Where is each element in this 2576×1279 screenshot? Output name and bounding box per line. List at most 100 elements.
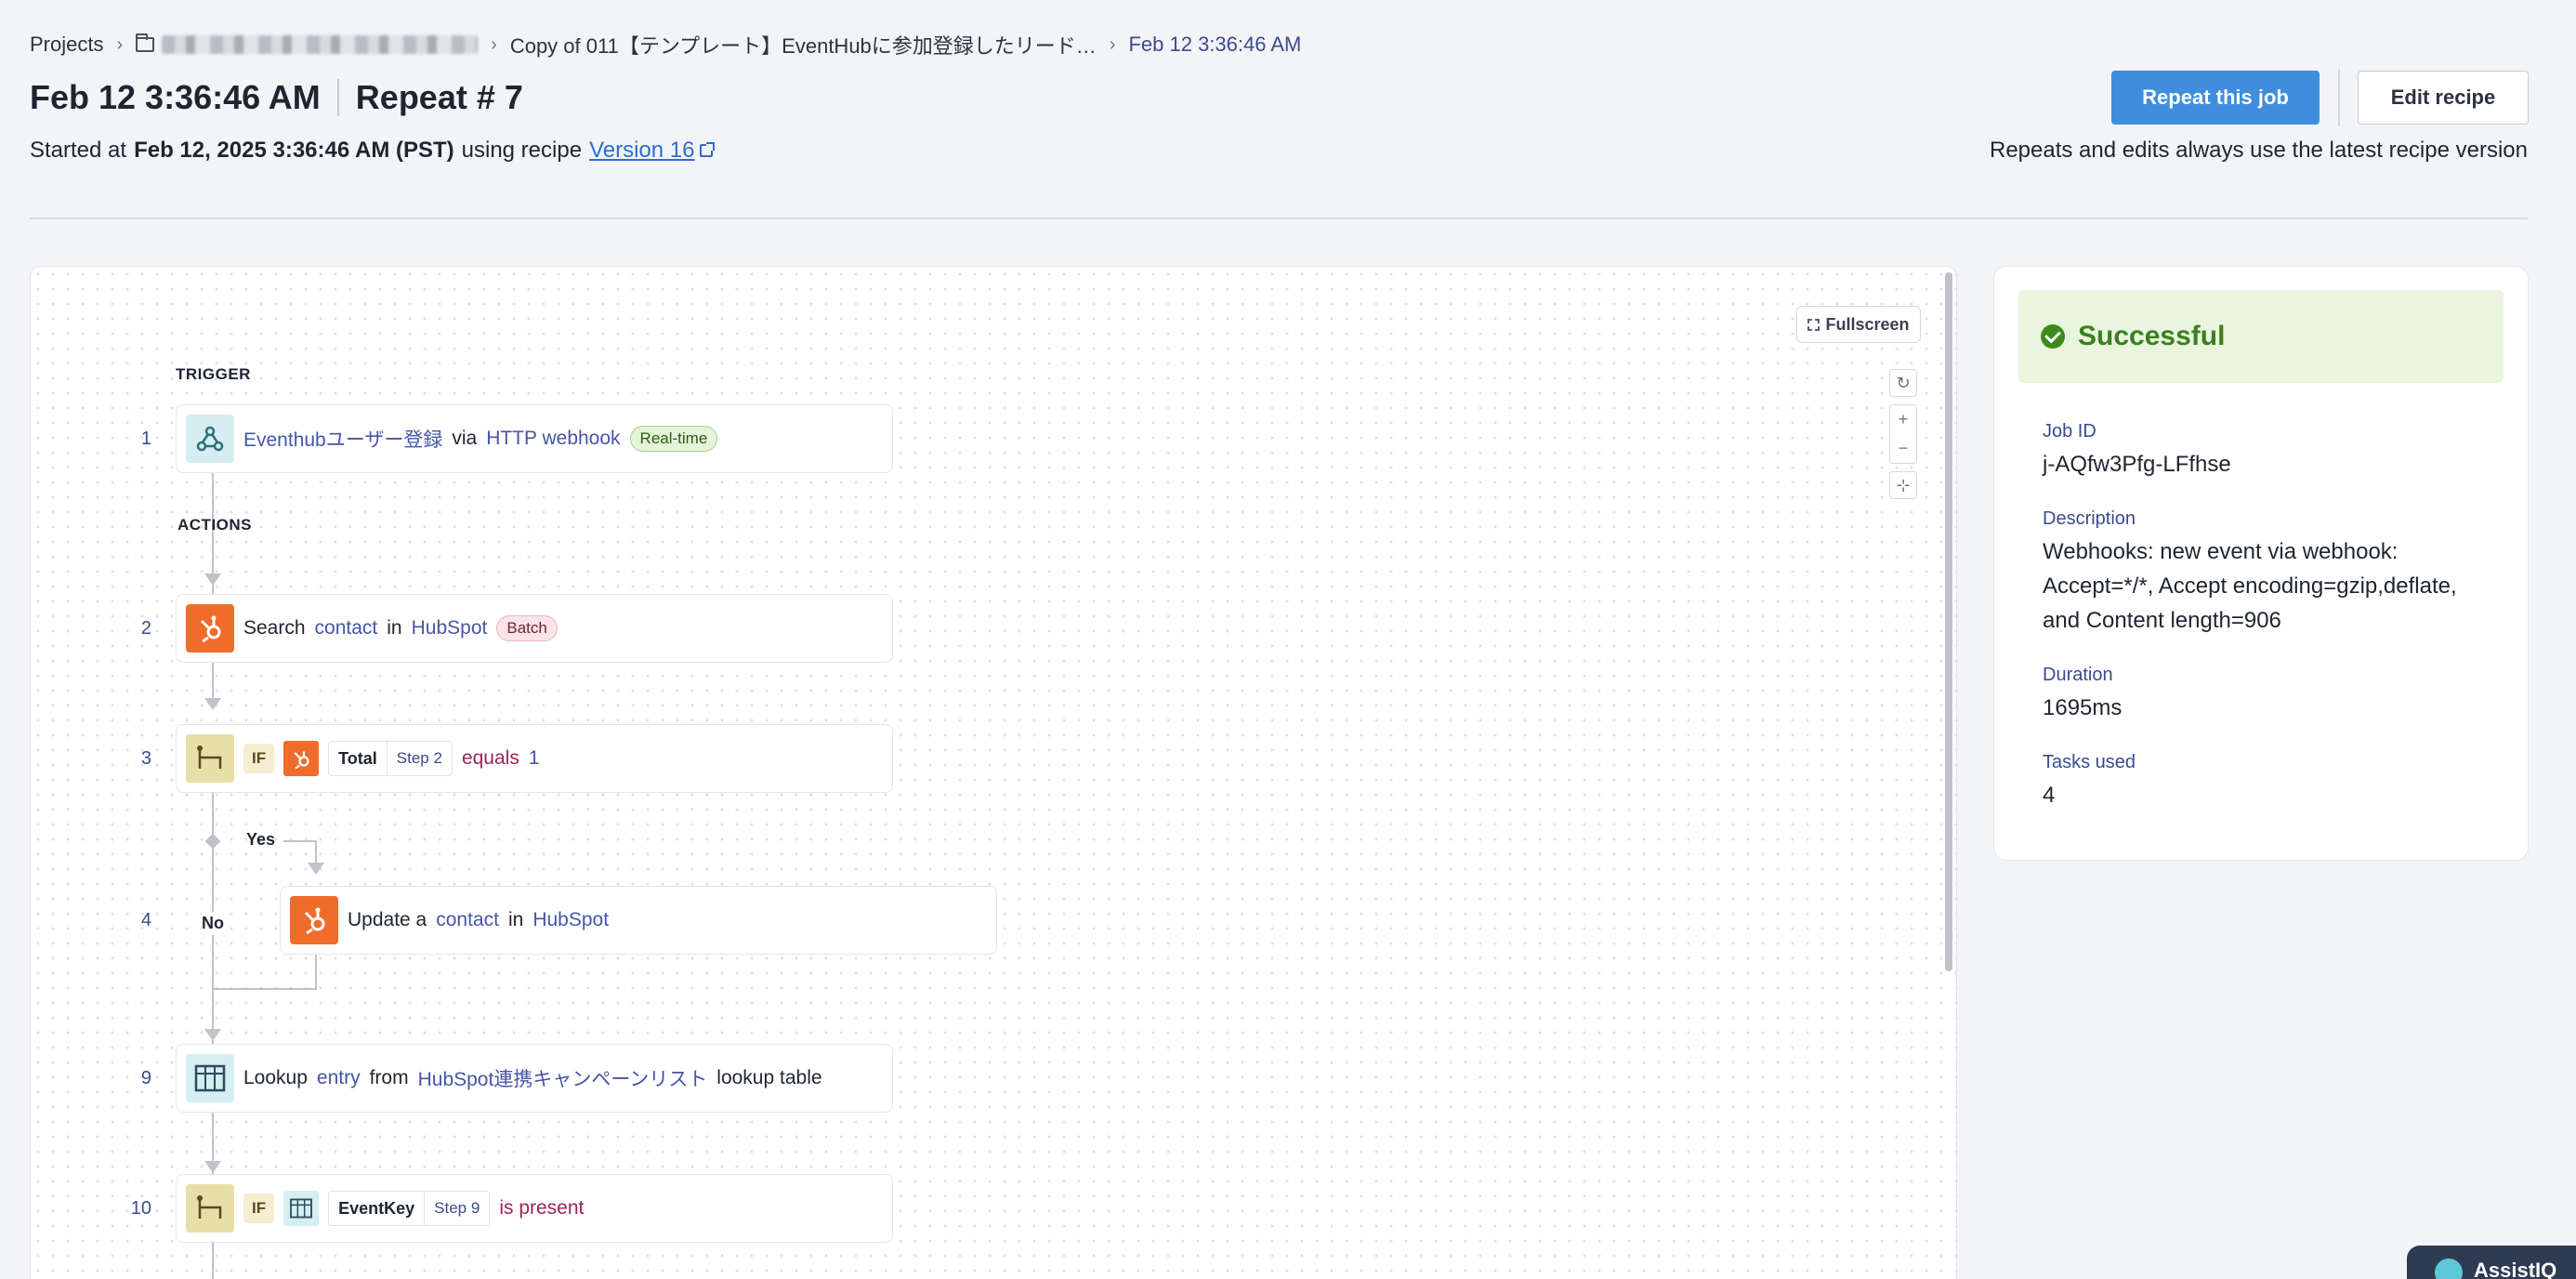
using-recipe-text: using recipe [461,138,583,163]
arrow-down-icon [308,863,324,875]
step-10-if[interactable]: IF EventKey Step 9 is present [176,1174,893,1243]
edit-recipe-button[interactable]: Edit recipe [2358,71,2529,125]
step-number: 1 [140,429,151,449]
branch-yes-line [283,840,315,842]
started-prefix: Started at [30,138,127,163]
job-details-panel: Successful Job ID j-AQfw3Pfg-LFfhse Desc… [1993,266,2529,861]
breadcrumb-folder[interactable] [136,33,479,54]
condition-value: 1 [528,747,540,769]
step-number: 3 [140,748,151,769]
repeat-hint: Repeats and edits always use the latest … [1990,138,2528,163]
chevron-right-icon: › [116,33,124,55]
zoom-controls: + − [1889,404,1917,464]
assistiq-button[interactable]: AssistIQ [2407,1246,2576,1279]
step-number: 2 [140,618,151,639]
branch-no-label: No [202,912,224,935]
webhook-icon [186,415,234,463]
zoom-in-icon[interactable]: + [1899,410,1909,429]
branch-yes-label: Yes [246,830,276,849]
datapill-step: Step 9 [424,1192,489,1225]
branch-node [204,833,221,850]
in-text: in [387,617,402,639]
branch-yes-line [315,840,317,863]
external-link-icon [700,142,716,157]
arrow-down-icon [204,574,221,586]
check-circle-icon [2041,324,2065,349]
datapill: EventKey Step 9 [328,1191,491,1226]
job-title: Feb 12 3:36:46 AM [30,78,321,116]
breadcrumb-current: Feb 12 3:36:46 AM [1128,33,1302,56]
lookup-table-name: HubSpot連携キャンペーンリスト [417,1069,708,1090]
breadcrumb: Projects › › Copy of 011【テンプレート】EventHub… [30,30,1301,59]
zoom-out-icon[interactable]: − [1899,439,1909,458]
version-link-label: Version 16 [589,138,695,163]
realtime-badge: Real-time [629,426,718,452]
step-object: entry [316,1067,361,1088]
via-text: via [452,428,478,449]
step-3-if[interactable]: IF Total Step 2 equals 1 [176,724,893,793]
hubspot-icon [290,896,338,944]
datapill: Total Step 2 [328,741,453,776]
button-divider [2338,69,2340,126]
refresh-icon: ↻ [1896,373,1911,392]
recipe-canvas[interactable]: Fullscreen ↻ + − ⊹ TRIGGER 1 Eventhubユーザ… [30,266,1957,1279]
hubspot-icon [283,741,320,776]
batch-badge: Batch [496,615,558,641]
arrow-down-icon [204,1161,221,1173]
description-label: Description [2043,508,2136,529]
step-app: HubSpot [532,909,610,930]
table-icon [283,1191,320,1226]
step-app: HubSpot [411,617,488,639]
version-link[interactable]: Version 16 [589,138,716,164]
if-tag: IF [243,1193,275,1223]
connector-name: HTTP webhook [486,428,621,449]
status-text: Successful [2078,321,2226,351]
breadcrumb-projects[interactable]: Projects [30,33,103,57]
step-suffix: lookup table [716,1067,822,1088]
job-id-label: Job ID [2043,421,2096,442]
fit-view-icon: ⊹ [1896,475,1911,494]
arrow-down-icon [204,1029,221,1041]
connector-line [212,663,214,698]
description-value: Webhooks: new event via webhook: Accept=… [2043,539,2457,633]
from-text: from [369,1067,409,1088]
connector-line [212,1113,214,1161]
connector-line [212,1243,214,1279]
trigger-app-name: Eventhubユーザー登録 [243,429,443,451]
step-4-update[interactable]: Update a contact in HubSpot [280,886,997,955]
step-verb: Lookup [243,1067,308,1088]
tasks-used-value: 4 [2043,783,2056,808]
branch-icon [186,1184,234,1233]
redacted-folder-name [162,35,479,54]
step-2-search[interactable]: Search contact in HubSpot Batch [176,594,893,663]
in-text: in [507,909,524,930]
actions-label: ACTIONS [177,516,252,534]
step-1-trigger[interactable]: Eventhubユーザー登録 via HTTP webhook Real-tim… [176,404,893,473]
breadcrumb-recipe[interactable]: Copy of 011【テンプレート】EventHubに参加登録したリード… [510,30,1097,59]
if-tag: IF [243,744,275,773]
started-at: Feb 12, 2025 3:36:46 AM (PST) [134,138,454,163]
status-badge: Successful [2018,290,2504,383]
step-verb: Search [243,617,306,639]
fullscreen-button[interactable]: Fullscreen [1796,306,1921,343]
datapill-step: Step 2 [386,742,452,775]
fullscreen-label: Fullscreen [1825,314,1910,334]
canvas-scrollbar[interactable] [1945,272,1952,971]
branch-icon [186,734,234,783]
repeat-job-button[interactable]: Repeat this job [2111,71,2320,125]
datapill-field: Total [338,748,377,768]
condition-operator: equals [461,747,519,769]
page-title: Feb 12 3:36:46 AM Repeat # 7 [30,76,523,119]
fit-view-button[interactable]: ⊹ [1889,471,1917,499]
reset-view-button[interactable]: ↻ [1889,369,1917,397]
step-9-lookup[interactable]: Lookup entry from HubSpot連携キャンペーンリスト loo… [176,1044,893,1113]
repeat-number: Repeat # 7 [355,78,523,116]
folder-icon [136,33,155,52]
chevron-right-icon: › [1109,33,1116,55]
table-icon [186,1054,234,1102]
step-number: 9 [140,1068,151,1088]
trigger-label: TRIGGER [176,365,251,383]
merge-line [213,988,317,990]
step-object: contact [436,909,499,930]
step-verb: Update a [348,909,427,930]
